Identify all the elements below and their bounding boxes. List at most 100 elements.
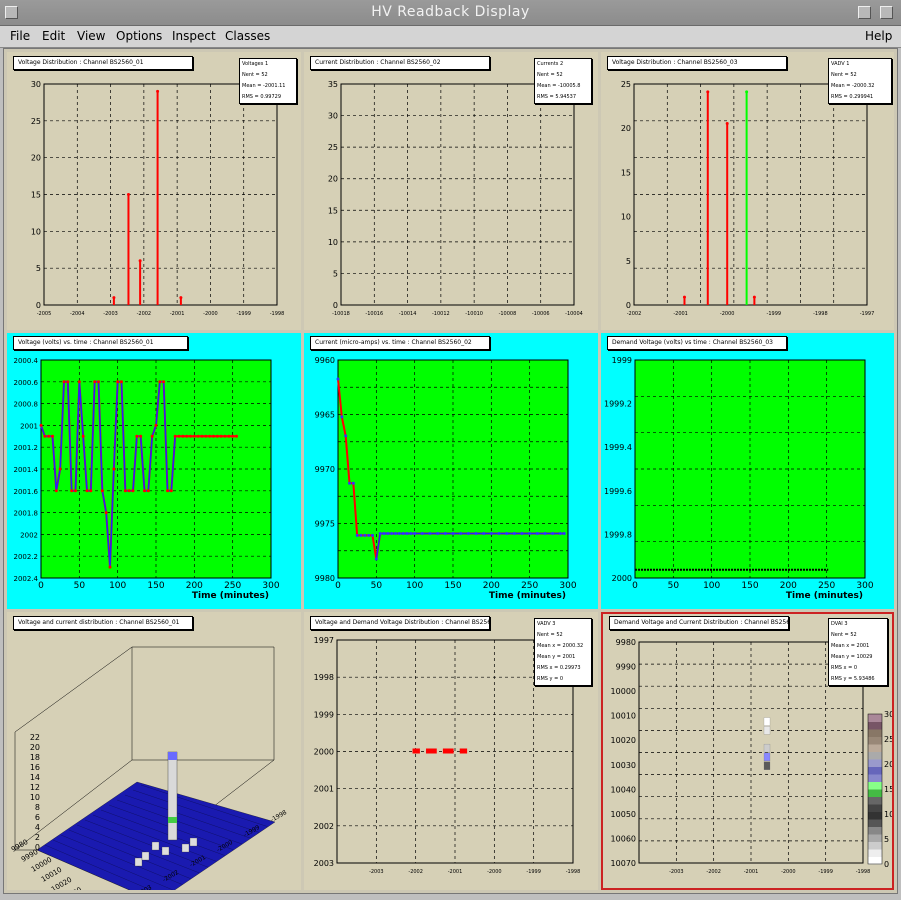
data-point [405, 531, 409, 535]
scatter-point [432, 748, 437, 754]
x-tick-label: 150 [147, 581, 164, 591]
pad-8[interactable]: -2003 -2002 -2001 -2000 -1999 -1998 1997 1998 19… [304, 612, 598, 890]
z-tick-label: 22 [30, 733, 40, 742]
x-tick-label: 100 [703, 581, 720, 591]
menu-classes[interactable]: Classes [225, 29, 270, 43]
data-point [215, 434, 219, 438]
stats-line: Mean = -10005.8 [537, 83, 581, 89]
window-title: HV Readback Display [371, 4, 530, 20]
pad-7[interactable]: 0 2 4 6 8 10 12 14 16 18 20 22 9980 9990 10000 10010 100… [7, 612, 301, 900]
palette-band [868, 744, 882, 752]
heatmap-cell [763, 752, 771, 762]
y-tick-label: 9965 [315, 411, 335, 420]
bar-marker [706, 90, 710, 94]
maximize-button[interactable] [880, 6, 893, 19]
menu-options[interactable]: Options [116, 29, 162, 43]
data-point [177, 434, 181, 438]
data-point [112, 467, 116, 471]
y-tick-label: 25 [621, 80, 631, 89]
x-tick-label: 200 [186, 581, 203, 591]
data-point [196, 434, 200, 438]
bar-marker [745, 90, 749, 94]
palette-tick-label: 25 [884, 735, 892, 744]
data-point [386, 531, 390, 535]
y-tick-label: 25 [31, 117, 41, 126]
menu-view[interactable]: View [77, 29, 105, 43]
pad-title: Voltage and current distribution : Chann… [13, 616, 193, 630]
data-point [162, 380, 166, 384]
y-tick-label: 9990 [20, 848, 39, 864]
pad-3[interactable]: -2002 -2001 -2000 -1999 -1998 -1997 0 5 10 15 20 25… [601, 52, 894, 330]
y-tick-label: 20 [328, 175, 338, 184]
minimize-button[interactable] [858, 6, 871, 19]
stats-box: DVAI 3 Nent = 52 Mean x = 2001 Mean y = 100… [828, 618, 888, 686]
y-tick-label: 9990 [616, 663, 636, 672]
stats-line: RMS x = 0 [831, 665, 858, 671]
bar-marker [725, 121, 729, 125]
data-point [512, 531, 516, 535]
x-tick-label: -10010 [465, 311, 483, 317]
data-point [189, 434, 192, 438]
data-point [143, 489, 146, 493]
y-tick-label: 0 [626, 301, 631, 310]
data-point [89, 489, 93, 493]
palette-band [868, 856, 882, 865]
pad-5[interactable]: 0 50 100 150 200 250 300 9960 9965 9970 9975 9980 Ti… [304, 333, 598, 609]
stats-line: Mean x = 2001 [831, 643, 870, 649]
x-tick-label: -2003 [369, 869, 384, 875]
palette-tick-label: 10 [884, 810, 892, 819]
y-tick-label: 2002 [314, 822, 334, 831]
y-tick-label: 1999.2 [604, 400, 632, 409]
plot-frame [340, 83, 575, 306]
data-point [227, 434, 231, 438]
menu-file[interactable]: File [10, 29, 30, 43]
data-point [74, 489, 77, 493]
canvas[interactable]: -2005 -2004 -2003 -2002 -2001 -2000 -1999 -1998… [3, 48, 898, 900]
y-tick-label: 2002 [20, 531, 38, 539]
stats-box: Voltages 1 Nent = 52 Mean = -2001.11 RMS = … [239, 58, 297, 104]
scatter-point [449, 748, 454, 754]
palette-band [868, 789, 882, 797]
pad-9-selected[interactable]: -2003 -2002 -2001 -2000 -1999 -1998 9980 9990 10… [601, 612, 894, 890]
bar-marker [112, 296, 116, 300]
data-point [351, 481, 355, 485]
menu-inspect[interactable]: Inspect [172, 29, 216, 43]
data-point [54, 489, 58, 493]
data-point [535, 531, 539, 535]
y-tick-label: 2000 [314, 748, 334, 757]
y-tick-label: 20 [31, 154, 41, 163]
data-point [62, 380, 66, 384]
data-point [363, 533, 367, 537]
stats-line: Mean x = 2000.32 [537, 643, 584, 649]
y-tick-label: 10010 [611, 712, 636, 721]
pad-6[interactable]: 0 50 100 150 200 250 300 1999 1999.2 1999.4 1999.6… [601, 333, 894, 609]
x-tick-label: -1998 [270, 311, 285, 317]
title-bar[interactable]: HV Readback Display [0, 0, 901, 26]
x-tick-label: -10018 [332, 311, 350, 317]
bar-marker [156, 89, 160, 93]
pad-4[interactable]: 0 50 100 150 200 250 300 2000.4 2000.6 2000.8 2001… [7, 333, 301, 609]
x-tick-label: -1999 [236, 311, 251, 317]
x-axis-label: Time (minutes) [786, 591, 863, 601]
data-point [436, 531, 440, 535]
stats-line: Currents 2 [537, 61, 564, 67]
stats-line: Nent = 52 [831, 632, 857, 638]
data-point [123, 489, 127, 493]
stats-box: VADV 3 Nent = 52 Mean x = 2000.32 Mean y = … [534, 618, 592, 686]
pad-2[interactable]: -10018 -10016 -10014 -10012 -10010 -10008 -100… [228, 52, 598, 330]
y-tick-label: 0 [36, 301, 41, 310]
x-tick-label: 150 [444, 581, 461, 591]
menu-edit[interactable]: Edit [42, 29, 65, 43]
x-axis-label: Time (minutes) [489, 591, 566, 601]
bar-marker [752, 295, 756, 299]
x-tick-label: 0 [632, 581, 638, 591]
data-point [135, 434, 139, 438]
y-tick-label: 15 [31, 191, 41, 200]
menu-help[interactable]: Help [865, 29, 892, 43]
x-tick-label: 50 [668, 581, 680, 591]
y-tick-label: 15 [621, 168, 631, 177]
pad-1[interactable]: -2005 -2004 -2003 -2002 -2001 -2000 -1999 -1998… [7, 52, 301, 330]
stats-box: Currents 2 Nent = 52 Mean = -10005.8 RMS = … [534, 58, 592, 104]
y-tick-label: 2002.4 [14, 575, 39, 583]
y-tick-label: 10 [31, 227, 41, 236]
